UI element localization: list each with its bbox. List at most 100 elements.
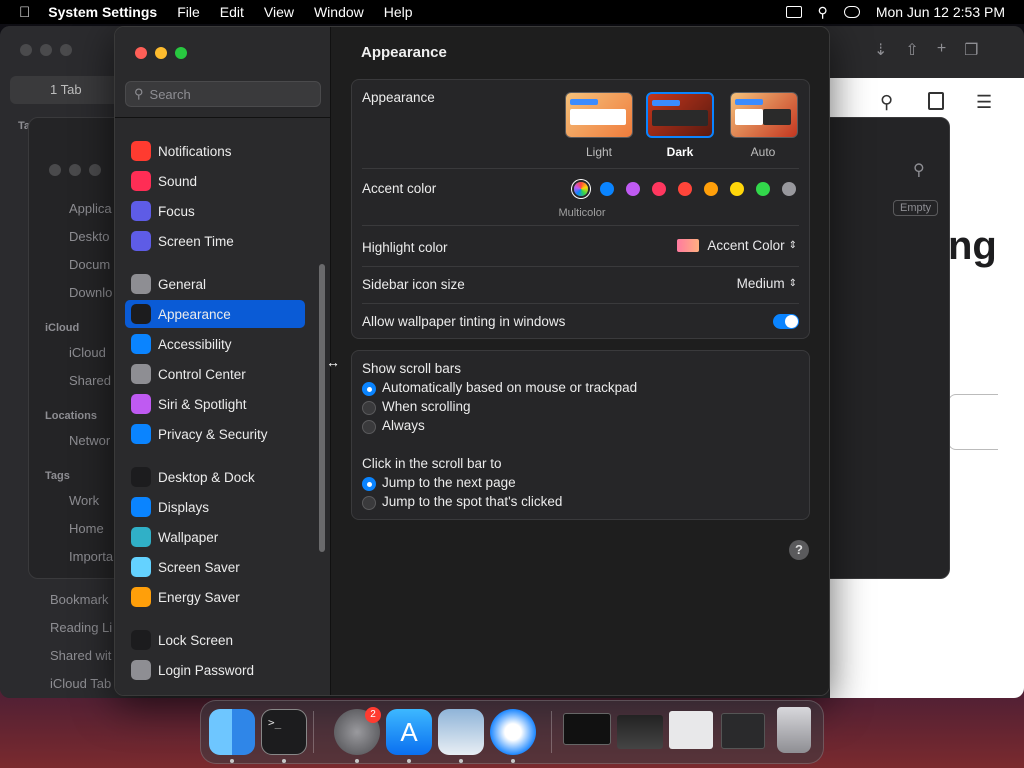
- sidebar-item-siri-spotlight[interactable]: Siri & Spotlight: [125, 390, 305, 418]
- menu-edit[interactable]: Edit: [220, 4, 244, 20]
- accent-color-swatch[interactable]: [704, 182, 718, 196]
- search-field[interactable]: ⚲ Search: [125, 81, 321, 107]
- app-menu[interactable]: System Settings: [48, 4, 157, 20]
- finder-search-icon[interactable]: ⚲: [913, 160, 925, 180]
- finder-shared[interactable]: Shared: [69, 373, 111, 388]
- system-settings-window: ⚲ Search Notifications Sound Focus Screen T…: [114, 26, 830, 696]
- highlight-color-popup[interactable]: Accent Color ⇕: [677, 238, 797, 253]
- tab-overview-icon[interactable]: ❐: [964, 40, 978, 60]
- finder-tag-important[interactable]: Importa: [69, 549, 113, 564]
- icloud-tabs-item[interactable]: iCloud Tab: [50, 676, 111, 691]
- radio-click-next-page[interactable]: [362, 477, 376, 491]
- trash-dock-icon[interactable]: [777, 707, 811, 753]
- sidebar-icon-size-label: Sidebar icon size: [362, 277, 465, 292]
- accent-color-swatch[interactable]: [574, 182, 588, 196]
- sidebar-item-appearance[interactable]: Appearance: [125, 300, 305, 328]
- running-indicator: [511, 759, 515, 763]
- accessibility-icon: [131, 334, 151, 354]
- finder-documents[interactable]: Docum: [69, 257, 110, 272]
- control-center-icon: [131, 364, 151, 384]
- menu-view[interactable]: View: [264, 4, 294, 20]
- safari-dock-icon[interactable]: [490, 709, 536, 755]
- sidebar-item-focus[interactable]: Focus: [125, 197, 305, 225]
- radio-scroll-always[interactable]: [362, 420, 376, 434]
- sidebar-item-displays[interactable]: Displays: [125, 493, 305, 521]
- clock[interactable]: Mon Jun 12 2:53 PM: [876, 4, 1005, 20]
- menu-file[interactable]: File: [177, 4, 200, 20]
- finder-tag-home[interactable]: Home: [69, 521, 104, 536]
- sidebar-item-screen-time[interactable]: Screen Time: [125, 227, 305, 255]
- sidebar-item-screen-saver[interactable]: Screen Saver: [125, 553, 305, 581]
- sidebar-item-control-center[interactable]: Control Center: [125, 360, 305, 388]
- running-indicator: [282, 759, 286, 763]
- menu-icon[interactable]: ☰: [976, 92, 992, 113]
- appearance-dark-thumb[interactable]: [646, 92, 714, 138]
- sidebar-item-general[interactable]: General: [125, 270, 305, 298]
- finder-icloud-drive[interactable]: iCloud: [69, 345, 106, 360]
- accent-color-swatch[interactable]: [730, 182, 744, 196]
- finder-tag-work[interactable]: Work: [69, 493, 99, 508]
- sidebar-item-desktop-dock[interactable]: Desktop & Dock: [125, 463, 305, 491]
- divider: [362, 168, 799, 169]
- sidebar-item-notifications[interactable]: Notifications: [125, 137, 305, 165]
- appearance-light-thumb[interactable]: [565, 92, 633, 138]
- menu-window[interactable]: Window: [314, 4, 364, 20]
- search-icon[interactable]: ⚲: [880, 92, 893, 113]
- bag-icon[interactable]: [928, 92, 944, 110]
- screen-mirroring-icon[interactable]: [785, 6, 802, 18]
- app-store-dock-icon[interactable]: A: [386, 709, 432, 755]
- accent-color-swatch[interactable]: [756, 182, 770, 196]
- finder-applications[interactable]: Applica: [69, 201, 112, 216]
- finder-dock-icon[interactable]: [209, 709, 255, 755]
- finder-desktop[interactable]: Deskto: [69, 229, 109, 244]
- close-button[interactable]: [135, 47, 147, 59]
- zoom-button[interactable]: [175, 47, 187, 59]
- minimize-button[interactable]: [155, 47, 167, 59]
- sidebar-item-sound[interactable]: Sound: [125, 167, 305, 195]
- bookmarks-item[interactable]: Bookmark: [50, 592, 109, 607]
- radio-click-spot[interactable]: [362, 496, 376, 510]
- spotlight-icon[interactable]: ⚲: [818, 4, 828, 21]
- highlight-color-value: Accent Color: [707, 238, 785, 253]
- sidebar-item-label: Siri & Spotlight: [158, 396, 247, 412]
- sidebar-scrollbar[interactable]: [319, 264, 325, 552]
- sidebar-item-lock-screen[interactable]: Lock Screen: [125, 626, 305, 654]
- bulb-icon: [131, 587, 151, 607]
- apple-icon[interactable]: : [19, 4, 30, 21]
- sidebar-item-login-password[interactable]: Login Password: [125, 656, 305, 684]
- radio-scroll-when-scrolling[interactable]: [362, 401, 376, 415]
- sidebar-item-energy-saver[interactable]: Energy Saver: [125, 583, 305, 611]
- downloads-stack-icon[interactable]: [617, 715, 663, 749]
- terminal-dock-icon[interactable]: >_: [261, 709, 307, 755]
- sidebar-icon-size-popup[interactable]: Medium ⇕: [737, 276, 797, 291]
- minimized-window-1[interactable]: [563, 713, 611, 745]
- control-center-menu-icon[interactable]: [843, 6, 860, 18]
- sidebar-item-privacy-security[interactable]: Privacy & Security: [125, 420, 305, 448]
- shared-with-you-item[interactable]: Shared wit: [50, 648, 111, 663]
- finder-downloads[interactable]: Downlo: [69, 285, 112, 300]
- radio-scroll-auto[interactable]: [362, 382, 376, 396]
- wallpaper-tinting-label: Allow wallpaper tinting in windows: [362, 314, 566, 329]
- preview-dock-icon[interactable]: [438, 709, 484, 755]
- download-icon[interactable]: ⇣: [874, 40, 887, 60]
- minimized-window-2[interactable]: [669, 711, 713, 749]
- accent-color-swatch[interactable]: [782, 182, 796, 196]
- accent-color-swatch[interactable]: [600, 182, 614, 196]
- accent-color-swatch[interactable]: [626, 182, 640, 196]
- sidebar-item-wallpaper[interactable]: Wallpaper: [125, 523, 305, 551]
- highlight-swatch: [677, 239, 700, 252]
- share-icon[interactable]: ⇧: [905, 40, 918, 60]
- accent-color-swatch[interactable]: [652, 182, 666, 196]
- reading-list-item[interactable]: Reading Li: [50, 620, 112, 635]
- finder-network[interactable]: Networ: [69, 433, 110, 448]
- tab-button[interactable]: 1 Tab: [10, 76, 120, 104]
- sidebar-item-accessibility[interactable]: Accessibility: [125, 330, 305, 358]
- new-tab-icon[interactable]: +: [937, 40, 946, 60]
- minimized-window-3[interactable]: [721, 713, 765, 749]
- menu-help[interactable]: Help: [384, 4, 413, 20]
- page-box[interactable]: [948, 394, 998, 450]
- wallpaper-tinting-toggle[interactable]: [773, 314, 799, 329]
- help-button[interactable]: ?: [789, 540, 809, 560]
- appearance-auto-thumb[interactable]: [730, 92, 798, 138]
- accent-color-swatch[interactable]: [678, 182, 692, 196]
